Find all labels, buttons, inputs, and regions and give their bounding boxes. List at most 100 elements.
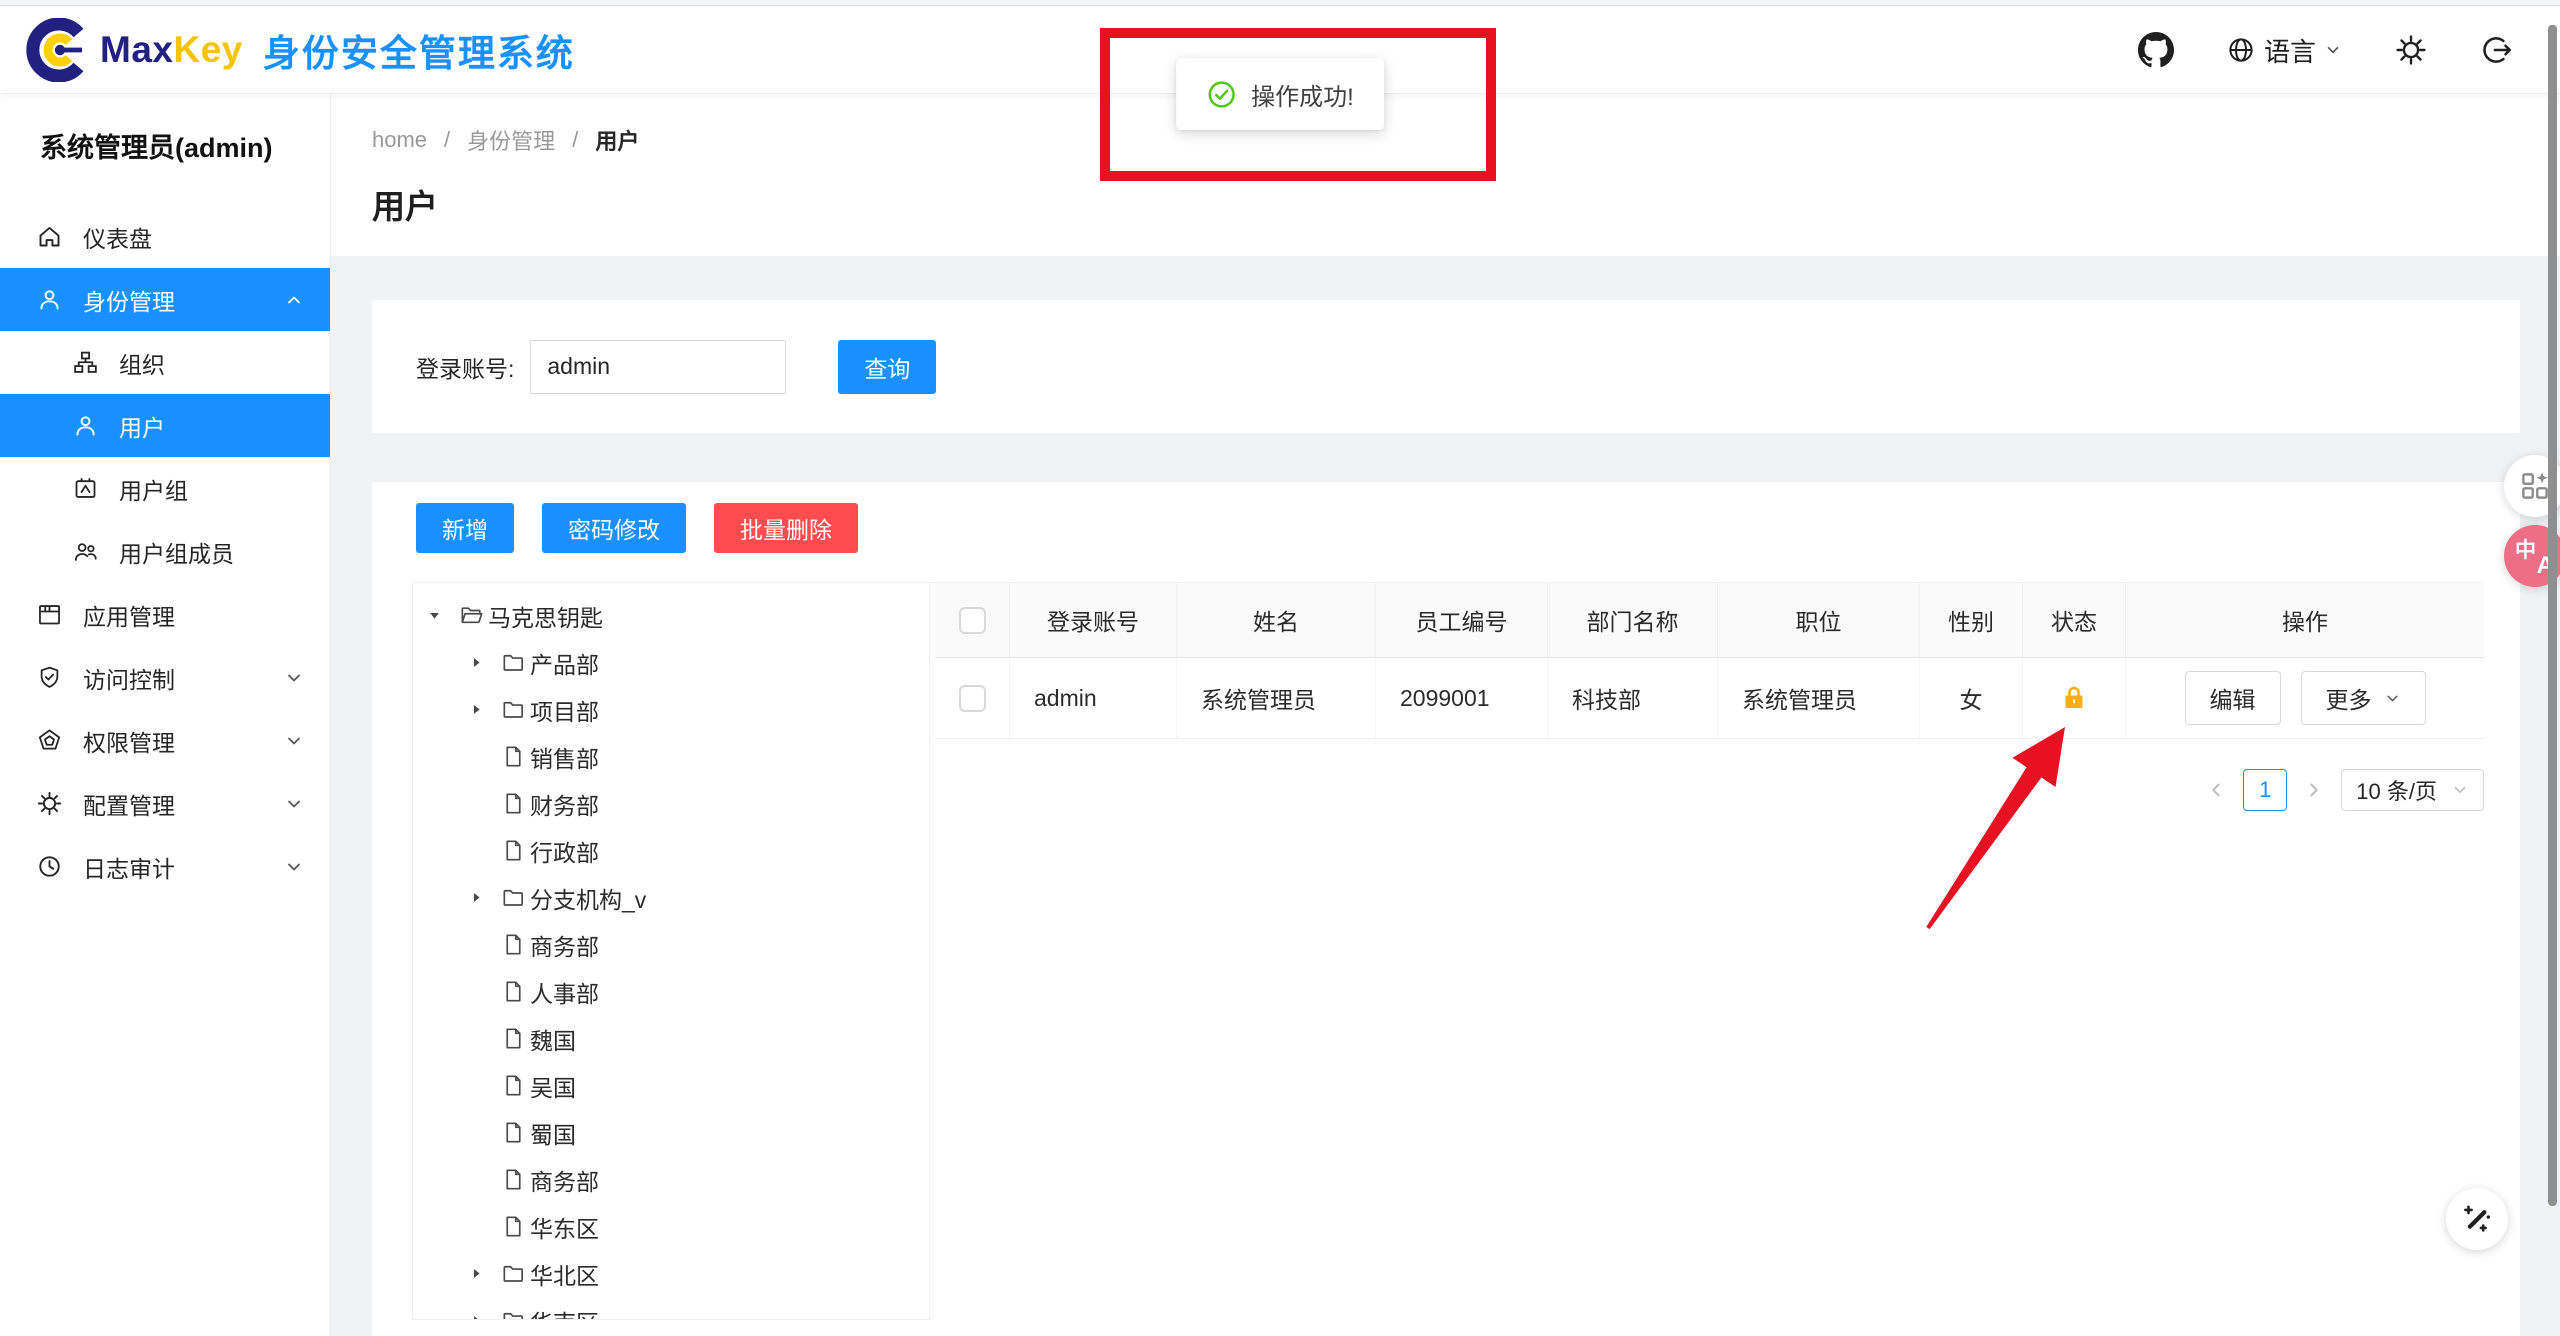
content: 登录账号: 查询 新增 密码修改 批量删除 马克思钥匙 [331, 256, 2560, 1336]
breadcrumb-identity[interactable]: 身份管理 [467, 124, 555, 156]
change-password-button[interactable]: 密码修改 [542, 503, 686, 553]
caret-right-icon[interactable] [469, 654, 501, 672]
row-checkbox[interactable] [959, 685, 986, 712]
caret-right-icon[interactable] [469, 1265, 501, 1283]
tree-node[interactable]: 行政部 [413, 827, 929, 874]
tree-node[interactable]: 华东区 [413, 1203, 929, 1250]
tree-node-label: 华南区 [530, 1304, 599, 1321]
sidebar-item-config-management[interactable]: 配置管理 [0, 772, 330, 835]
select-all-checkbox[interactable] [959, 607, 986, 634]
login-account-input[interactable] [530, 340, 786, 394]
tree-node[interactable]: 销售部 [413, 733, 929, 780]
language-label: 语言 [2264, 32, 2316, 69]
more-button-label: 更多 [2326, 681, 2372, 715]
settings-gear-icon[interactable] [2394, 33, 2428, 67]
sidebar-item-identity-management[interactable]: 身份管理 [0, 268, 330, 331]
appstore-icon [36, 601, 63, 628]
scrollbar-thumb[interactable] [2548, 25, 2557, 1206]
tree-node[interactable]: 蜀国 [413, 1109, 929, 1156]
chevron-down-icon [284, 794, 304, 814]
chevron-up-icon [284, 290, 304, 310]
main-area: home / 身份管理 / 用户 用户 登录账号: 查询 新增 密码修改 批量删… [331, 94, 2560, 1336]
pagination: 1 10 条/页 [935, 769, 2484, 811]
sidebar-item-log-audit[interactable]: 日志审计 [0, 835, 330, 898]
page-size-select[interactable]: 10 条/页 [2341, 769, 2484, 811]
translate-icon: 中 [2515, 534, 2536, 564]
tree-node[interactable]: 吴国 [413, 1062, 929, 1109]
column-header-employee-id: 员工编号 [1376, 583, 1548, 657]
sidebar-item-organization[interactable]: 组织 [0, 331, 330, 394]
language-menu[interactable]: 语言 [2226, 32, 2342, 69]
more-button[interactable]: 更多 [2301, 671, 2426, 725]
tree-node-label: 分支机构_v [530, 881, 646, 915]
batch-delete-button[interactable]: 批量删除 [714, 503, 858, 553]
search-panel: 登录账号: 查询 [372, 300, 2520, 433]
globe-icon [2226, 35, 2256, 65]
sidebar-item-label: 应用管理 [83, 598, 175, 632]
user-icon [72, 412, 99, 439]
tree-node-label: 华东区 [530, 1210, 599, 1244]
cell-name: 系统管理员 [1177, 658, 1376, 738]
file-icon [501, 1214, 526, 1239]
tree-node-label: 财务部 [530, 787, 599, 821]
tree-node[interactable]: 项目部 [413, 686, 929, 733]
sidebar-item-user-groups[interactable]: 用户组 [0, 457, 330, 520]
safety-pentagon-icon [36, 727, 63, 754]
caret-down-icon[interactable] [427, 607, 459, 625]
next-page-icon[interactable] [2303, 779, 2325, 801]
caret-right-icon[interactable] [469, 1312, 501, 1321]
magic-wand-button[interactable] [2446, 1188, 2508, 1250]
edit-button[interactable]: 编辑 [2185, 671, 2281, 725]
cell-gender: 女 [1920, 658, 2023, 738]
column-header-department: 部门名称 [1548, 583, 1718, 657]
row-actions: 编辑 更多 [2126, 671, 2484, 725]
file-icon [501, 744, 526, 769]
tree-node[interactable]: 华北区 [413, 1250, 929, 1297]
folder-icon [501, 1261, 526, 1286]
lock-icon[interactable] [2059, 683, 2089, 713]
brand[interactable]: MaxKey 身份安全管理系统 [0, 18, 575, 82]
tree-node[interactable]: 财务部 [413, 780, 929, 827]
tree-node[interactable]: 魏国 [413, 1015, 929, 1062]
user-panel: 新增 密码修改 批量删除 马克思钥匙 产品部 [372, 482, 2520, 1336]
org-chart-icon [72, 349, 99, 376]
tree-node[interactable]: 人事部 [413, 968, 929, 1015]
tree-node-label: 魏国 [530, 1022, 576, 1056]
tree-node-label: 行政部 [530, 834, 599, 868]
caret-right-icon[interactable] [469, 889, 501, 907]
login-account-label: 登录账号: [416, 350, 514, 384]
header-actions: 语言 [2138, 32, 2560, 69]
tree-node[interactable]: 商务部 [413, 1156, 929, 1203]
sidebar-item-dashboard[interactable]: 仪表盘 [0, 205, 330, 268]
tree-node[interactable]: 分支机构_v [413, 874, 929, 921]
caret-right-icon[interactable] [469, 701, 501, 719]
breadcrumb-home[interactable]: home [372, 127, 427, 153]
column-header-status: 状态 [2023, 583, 2126, 657]
sidebar-item-permission-management[interactable]: 权限管理 [0, 709, 330, 772]
tree-node-label: 蜀国 [530, 1116, 576, 1150]
shield-check-icon [36, 664, 63, 691]
sidebar-item-app-management[interactable]: 应用管理 [0, 583, 330, 646]
tree-node[interactable]: 华南区 [413, 1297, 929, 1320]
prev-page-icon[interactable] [2205, 779, 2227, 801]
tree-node[interactable]: 产品部 [413, 639, 929, 686]
query-button[interactable]: 查询 [838, 340, 936, 394]
sidebar-item-users[interactable]: 用户 [0, 394, 330, 457]
sidebar-item-group-members[interactable]: 用户组成员 [0, 520, 330, 583]
logout-icon[interactable] [2480, 33, 2514, 67]
brand-name-primary: Max [100, 29, 173, 70]
add-button[interactable]: 新增 [416, 503, 514, 553]
tree-node[interactable]: 马克思钥匙 [413, 592, 929, 639]
sidebar-item-access-control[interactable]: 访问控制 [0, 646, 330, 709]
toolbar: 新增 密码修改 批量删除 [416, 503, 2484, 553]
github-icon[interactable] [2138, 32, 2174, 68]
folder-icon [501, 650, 526, 675]
file-icon [501, 979, 526, 1004]
tree-node[interactable]: 商务部 [413, 921, 929, 968]
cell-employee-id: 2099001 [1376, 658, 1548, 738]
page-number-button[interactable]: 1 [2243, 769, 2287, 811]
brand-subtitle: 身份安全管理系统 [263, 23, 575, 77]
sidebar-item-label: 仪表盘 [83, 220, 152, 254]
sidebar-item-label: 配置管理 [83, 787, 175, 821]
tree-node-label: 商务部 [530, 928, 599, 962]
